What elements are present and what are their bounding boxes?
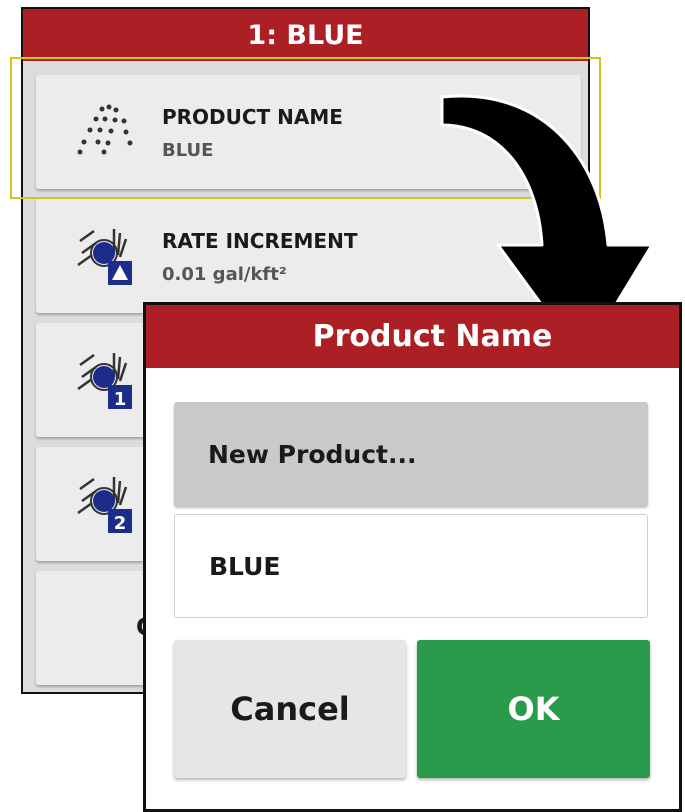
- rate-increment-label: RATE INCREMENT: [162, 229, 358, 253]
- rate-increment-icon: [77, 229, 132, 285]
- rate-preset-1-icon: 1: [77, 353, 132, 410]
- product-name-dialog: Product Name New Product... BLUE Cancel …: [143, 302, 682, 812]
- dialog-title: Product Name: [146, 305, 679, 368]
- panel-title: 1: BLUE: [23, 9, 588, 61]
- new-product-option[interactable]: New Product...: [174, 402, 648, 506]
- rate-increment-value: 0.01 gal/kft²: [162, 264, 287, 285]
- preset-badge-2: 2: [114, 513, 127, 534]
- cancel-button[interactable]: Cancel: [174, 640, 406, 778]
- ok-button[interactable]: OK: [417, 640, 650, 778]
- rate-preset-2-icon: 2: [77, 477, 132, 534]
- product-name-input[interactable]: BLUE: [174, 514, 648, 618]
- preset-badge-1: 1: [114, 389, 127, 410]
